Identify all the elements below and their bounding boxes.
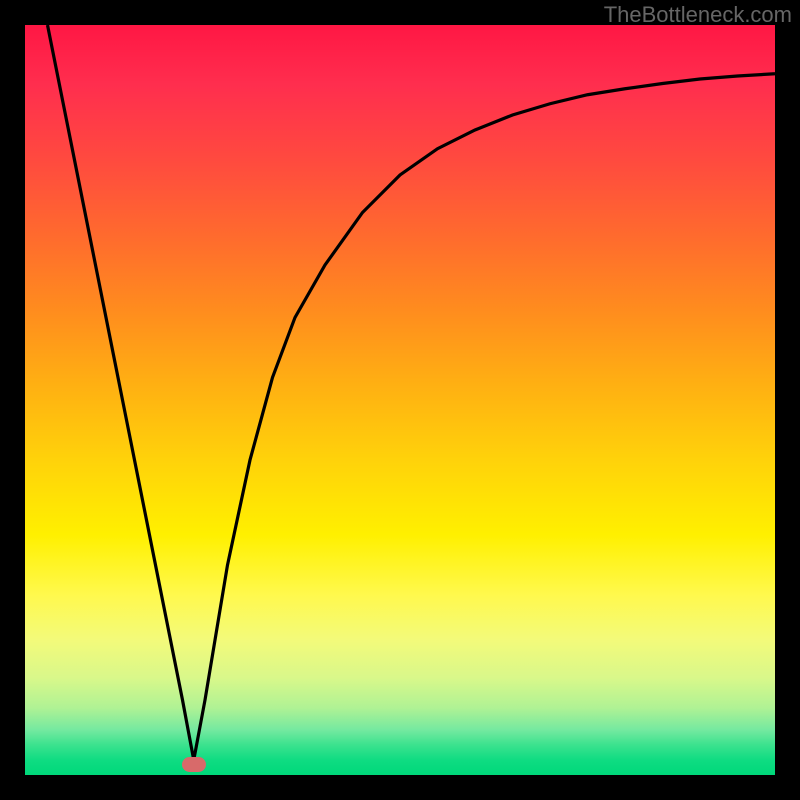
watermark-text: TheBottleneck.com — [604, 2, 792, 28]
bottleneck-curve-path — [48, 25, 776, 760]
curve-svg — [25, 25, 775, 775]
chart-container: TheBottleneck.com — [0, 0, 800, 800]
optimal-point-marker — [182, 757, 206, 772]
plot-area — [25, 25, 775, 775]
